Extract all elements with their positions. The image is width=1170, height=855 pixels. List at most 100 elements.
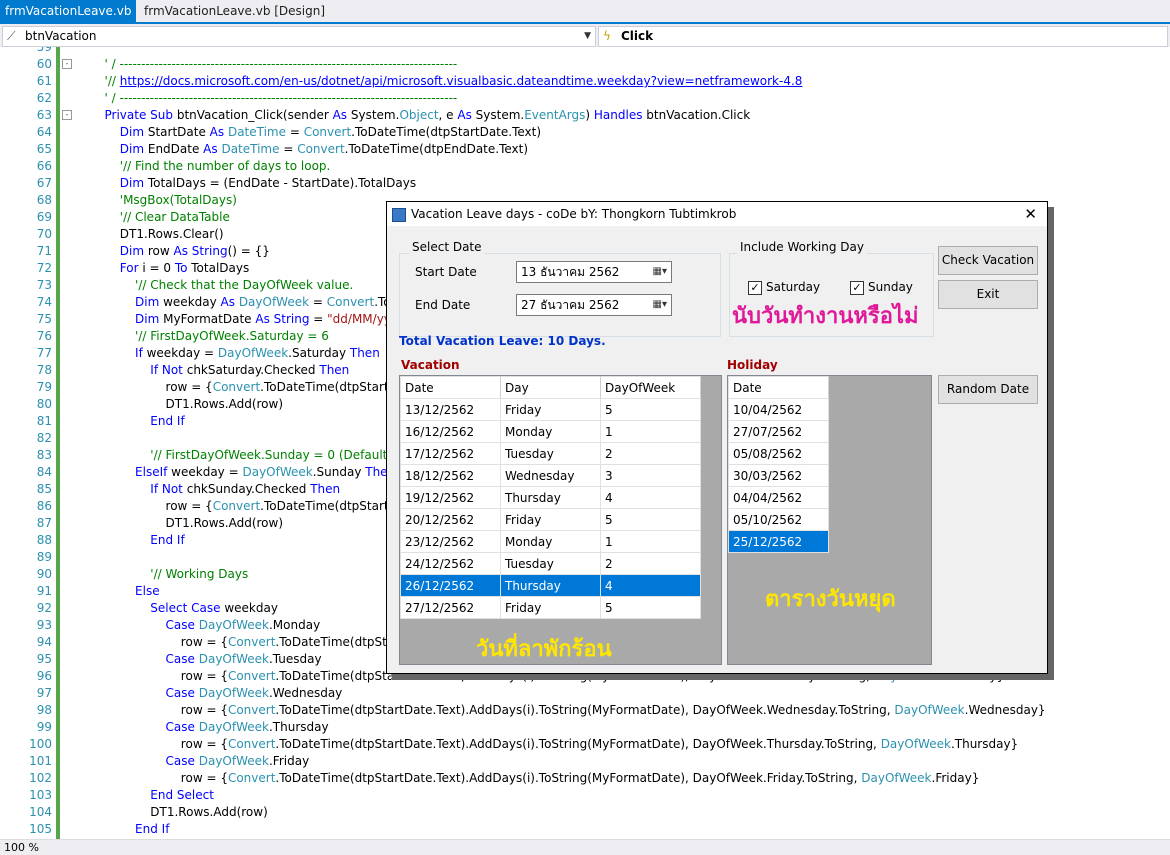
table-cell[interactable]: 2 [600,552,701,575]
column-header[interactable]: Day [500,376,601,399]
table-row[interactable]: 27/12/2562 Friday 5 [400,596,701,619]
member-dropdown-value: Click [621,29,654,43]
code-line[interactable]: 66 '// Find the number of days to loop. [0,158,1170,175]
code-line[interactable]: 104 DT1.Rows.Add(row) [0,804,1170,821]
table-cell[interactable]: 4 [600,486,701,509]
table-row[interactable]: 04/04/2562 [728,486,829,509]
vacation-grid[interactable]: Date Day DayOfWeek 13/12/2562 Friday 5 16/12/… [399,375,722,665]
sunday-checkbox[interactable]: ✓ [850,281,864,295]
table-cell[interactable]: 1 [600,420,701,443]
code-line[interactable]: 60- ' / --------------------------------… [0,56,1170,73]
table-cell[interactable]: 10/04/2562 [728,398,829,421]
saturday-label[interactable]: Saturday [766,280,820,294]
calendar-dropdown-icon[interactable]: ▦▾ [653,262,667,282]
exit-button[interactable]: Exit [938,280,1038,309]
table-row[interactable]: 24/12/2562 Tuesday 2 [400,552,701,575]
table-row[interactable]: 19/12/2562 Thursday 4 [400,486,701,509]
code-line[interactable]: 62 ' / ---------------------------------… [0,90,1170,107]
calendar-dropdown-icon[interactable]: ▦▾ [653,295,667,315]
member-dropdown[interactable]: ϟ Click [598,26,1168,47]
tab-design-file[interactable]: frmVacationLeave.vb [Design] [139,0,330,22]
table-cell[interactable]: 25/12/2562 [728,530,829,553]
sunday-label[interactable]: Sunday [868,280,913,294]
table-cell[interactable]: 4 [600,574,701,597]
code-line[interactable]: 97 Case DayOfWeek.Wednesday [0,685,1170,702]
start-date-picker[interactable]: 13 ธันวาคม 2562 ▦▾ [516,261,672,283]
table-cell[interactable]: 5 [600,508,701,531]
code-line[interactable]: 101 Case DayOfWeek.Friday [0,753,1170,770]
table-cell[interactable]: Thursday [500,486,601,509]
table-cell[interactable]: 18/12/2562 [400,464,501,487]
tab-code-file[interactable]: frmVacationLeave.vb [0,0,137,22]
table-cell[interactable]: Friday [500,508,601,531]
check-vacation-button[interactable]: Check Vacation [938,246,1038,275]
table-row[interactable]: 25/12/2562 [728,530,829,553]
table-row[interactable]: 13/12/2562 Friday 5 [400,398,701,421]
table-cell[interactable]: Tuesday [500,442,601,465]
table-row[interactable]: 26/12/2562 Thursday 4 [400,574,701,597]
table-row[interactable]: 16/12/2562 Monday 1 [400,420,701,443]
end-date-picker[interactable]: 27 ธันวาคม 2562 ▦▾ [516,294,672,316]
close-icon[interactable]: ✕ [1024,202,1037,226]
table-cell[interactable]: 20/12/2562 [400,508,501,531]
table-cell[interactable]: 24/12/2562 [400,552,501,575]
column-header[interactable]: Date [400,376,501,399]
table-cell[interactable]: Monday [500,420,601,443]
table-cell[interactable]: Wednesday [500,464,601,487]
table-cell[interactable]: 16/12/2562 [400,420,501,443]
code-line[interactable]: 64 Dim StartDate As DateTime = Convert.T… [0,124,1170,141]
code-line[interactable]: 103 End Select [0,787,1170,804]
column-header[interactable]: DayOfWeek [600,376,701,399]
table-cell[interactable]: 3 [600,464,701,487]
code-line[interactable]: 59 [0,47,1170,56]
vacation-leave-window: Vacation Leave days - coDe bY: Thongkorn… [386,201,1048,674]
table-row[interactable]: 18/12/2562 Wednesday 3 [400,464,701,487]
code-line[interactable]: 63- Private Sub btnVacation_Click(sender… [0,107,1170,124]
table-cell[interactable]: 04/04/2562 [728,486,829,509]
code-line[interactable]: 105 End If [0,821,1170,838]
table-cell[interactable]: 19/12/2562 [400,486,501,509]
table-row[interactable]: 20/12/2562 Friday 5 [400,508,701,531]
table-cell[interactable]: Monday [500,530,601,553]
table-row[interactable]: 10/04/2562 [728,398,829,421]
column-header[interactable]: Date [728,376,829,399]
table-cell[interactable]: 17/12/2562 [400,442,501,465]
table-row[interactable]: 05/08/2562 [728,442,829,465]
random-date-button[interactable]: Random Date [938,375,1038,404]
table-cell[interactable]: 2 [600,442,701,465]
code-line[interactable]: 99 Case DayOfWeek.Thursday [0,719,1170,736]
code-line[interactable]: 67 Dim TotalDays = (EndDate - StartDate)… [0,175,1170,192]
table-cell[interactable]: Friday [500,596,601,619]
table-cell[interactable]: 26/12/2562 [400,574,501,597]
table-cell[interactable]: 13/12/2562 [400,398,501,421]
saturday-checkbox[interactable]: ✓ [748,281,762,295]
table-cell[interactable]: 27/07/2562 [728,420,829,443]
table-cell[interactable]: Thursday [500,574,601,597]
table-cell[interactable]: 05/10/2562 [728,508,829,531]
table-cell[interactable]: Tuesday [500,552,601,575]
code-line[interactable]: 98 row = {Convert.ToDateTime(dtpStartDat… [0,702,1170,719]
table-row[interactable]: 23/12/2562 Monday 1 [400,530,701,553]
table-cell[interactable]: 1 [600,530,701,553]
zoom-level[interactable]: 100 % [4,840,39,855]
code-line[interactable]: 100 row = {Convert.ToDateTime(dtpStartDa… [0,736,1170,753]
holiday-grid[interactable]: Date 10/04/2562 27/07/2562 05/08/2562 30/03… [727,375,932,665]
table-cell[interactable]: Friday [500,398,601,421]
table-cell[interactable]: 5 [600,398,701,421]
table-cell[interactable]: 05/08/2562 [728,442,829,465]
code-line[interactable]: 65 Dim EndDate As DateTime = Convert.ToD… [0,141,1170,158]
code-line[interactable]: 61 '// https://docs.microsoft.com/en-us/… [0,73,1170,90]
table-cell[interactable]: 27/12/2562 [400,596,501,619]
table-row[interactable]: 30/03/2562 [728,464,829,487]
collapse-icon[interactable]: - [62,110,72,120]
table-cell[interactable]: 5 [600,596,701,619]
table-row[interactable]: 17/12/2562 Tuesday 2 [400,442,701,465]
table-cell[interactable]: 30/03/2562 [728,464,829,487]
code-line[interactable]: 102 row = {Convert.ToDateTime(dtpStartDa… [0,770,1170,787]
collapse-icon[interactable]: - [62,59,72,69]
table-row[interactable]: 05/10/2562 [728,508,829,531]
table-cell[interactable]: 23/12/2562 [400,530,501,553]
table-row[interactable]: 27/07/2562 [728,420,829,443]
code-token: row = { [74,669,228,683]
object-dropdown[interactable]: ⟋ btnVacation ▼ [2,26,596,47]
